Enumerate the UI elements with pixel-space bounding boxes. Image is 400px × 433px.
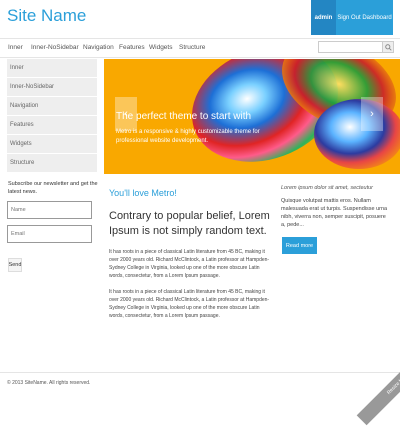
- sidebar: Inner Inner-NoSidebar Navigation Feature…: [7, 59, 97, 173]
- lead-text: Contrary to popular belief, Lorem Ipsum …: [109, 210, 270, 237]
- paint-splash-image: [314, 99, 400, 169]
- slider-prev-button[interactable]: ‹: [115, 97, 137, 131]
- nav-item-inner[interactable]: Inner: [8, 44, 23, 51]
- nav-item-widgets[interactable]: Widgets: [149, 44, 172, 51]
- footer: © 2013 SiteName. All rights reserved.: [0, 372, 400, 400]
- sidebar-item-navigation[interactable]: Navigation: [7, 97, 97, 116]
- send-button[interactable]: Send: [8, 258, 22, 272]
- nav-item-navigation[interactable]: Navigation: [83, 44, 114, 51]
- site-title[interactable]: Site Name: [7, 6, 86, 26]
- aside-heading: Lorem ipsum dolor sit amet, secteutur: [281, 185, 374, 191]
- copyright-text: © 2013 SiteName. All rights reserved.: [7, 380, 91, 386]
- nav-item-structure[interactable]: Structure: [179, 44, 205, 51]
- sidebar-item-features[interactable]: Features: [7, 116, 97, 135]
- sidebar-item-structure[interactable]: Structure: [7, 154, 97, 173]
- name-field[interactable]: [7, 201, 92, 219]
- nav-item-inner-nosidebar[interactable]: Inner-NoSidebar: [31, 44, 79, 51]
- resize-me-button[interactable]: Resize Me!: [356, 353, 400, 426]
- chevron-left-icon: ‹: [124, 108, 128, 120]
- aside-text: Quisque volutpat mattis eros. Nullam mal…: [281, 198, 388, 228]
- top-bar: admin Sign Out Dashboard: [311, 0, 393, 35]
- sidebar-item-widgets[interactable]: Widgets: [7, 135, 97, 154]
- chevron-right-icon: ›: [370, 108, 374, 120]
- search-button[interactable]: [382, 41, 394, 53]
- resize-ribbon: Resize Me!: [352, 353, 400, 433]
- nav-item-features[interactable]: Features: [119, 44, 145, 51]
- paragraph: It has roots in a piece of classical Lat…: [109, 249, 270, 279]
- sign-out-dashboard-button[interactable]: Sign Out Dashboard: [336, 0, 393, 35]
- read-more-button[interactable]: Read more: [282, 237, 317, 254]
- admin-button[interactable]: admin: [311, 0, 336, 35]
- search-icon: [384, 43, 392, 51]
- sidebar-item-inner[interactable]: Inner: [7, 59, 97, 78]
- section-heading: You'll love Metro!: [109, 188, 177, 198]
- email-field[interactable]: [7, 225, 92, 243]
- sidebar-item-inner-nosidebar[interactable]: Inner-NoSidebar: [7, 78, 97, 97]
- paragraph: It has roots in a piece of classical Lat…: [109, 289, 270, 319]
- hero-slider: The perfect theme to start with Metro is…: [104, 59, 400, 174]
- newsletter-label: Subscribe our newsletter and get the lat…: [8, 181, 98, 195]
- hero-text: Metro is a responsive & highly customiza…: [116, 129, 260, 144]
- slider-next-button[interactable]: ›: [361, 97, 383, 131]
